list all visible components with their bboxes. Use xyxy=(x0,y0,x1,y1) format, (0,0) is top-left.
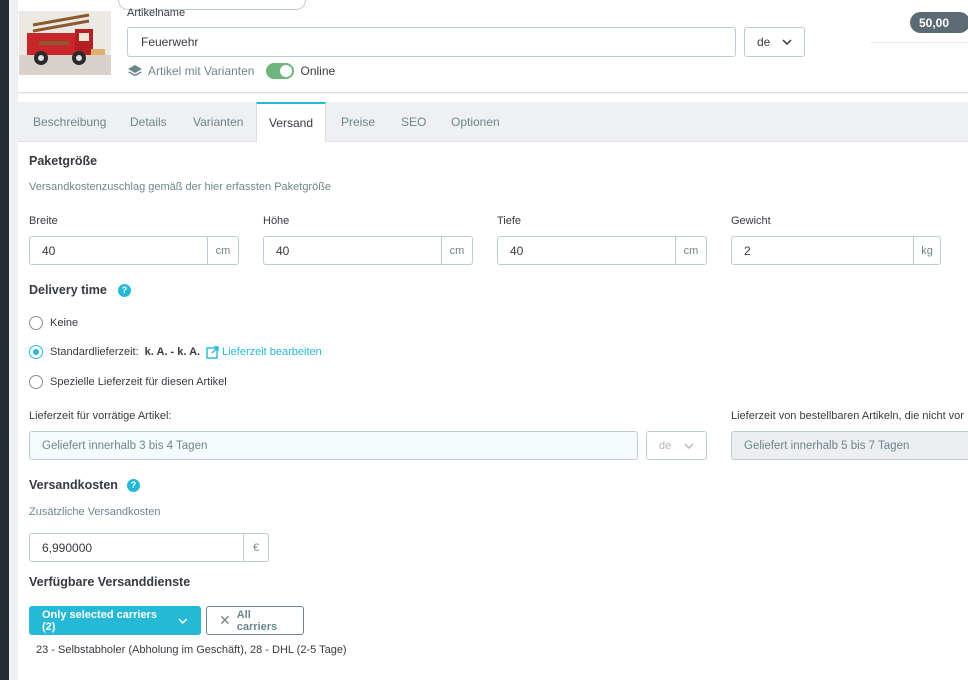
product-name-input[interactable] xyxy=(127,27,736,57)
all-carriers-button[interactable]: ✕ All carriers xyxy=(206,606,304,635)
in-stock-delivery-input[interactable] xyxy=(29,431,638,460)
tab-beschreibung[interactable]: Beschreibung xyxy=(33,102,106,142)
chevron-down-icon xyxy=(178,618,188,624)
delivery-time-title: Delivery time xyxy=(29,283,107,297)
edit-delivery-label: Lieferzeit bearbeiten xyxy=(222,346,322,358)
radio-standard[interactable]: Standardlieferzeit: k. A. - k. A. Liefer… xyxy=(29,345,322,359)
radio-standard-label: Standardlieferzeit: xyxy=(50,346,139,358)
carriers-title: Verfügbare Versanddienste xyxy=(29,575,191,589)
variants-row: Artikel mit Varianten Online xyxy=(127,63,335,79)
radio-button[interactable] xyxy=(29,316,43,330)
shipping-cost-label: Zusätzliche Versandkosten xyxy=(29,506,161,518)
product-image[interactable] xyxy=(19,11,111,75)
radio-button-checked[interactable] xyxy=(29,345,43,359)
width-input[interactable] xyxy=(30,237,207,264)
radio-special[interactable]: Spezielle Lieferzeit für diesen Artikel xyxy=(29,375,227,389)
depth-unit: cm xyxy=(675,237,706,264)
standard-delivery-value: k. A. - k. A. xyxy=(144,346,201,358)
tab-optionen[interactable]: Optionen xyxy=(451,102,500,142)
external-link-icon xyxy=(206,345,219,359)
shipping-cost-title: Versandkosten xyxy=(29,478,118,492)
tab-preise[interactable]: Preise xyxy=(341,102,375,142)
tab-versand[interactable]: Versand xyxy=(256,102,326,143)
in-stock-language-select[interactable]: de xyxy=(646,431,707,460)
help-icon[interactable]: ? xyxy=(118,284,131,297)
tab-varianten[interactable]: Varianten xyxy=(193,102,243,142)
all-carriers-label: All carriers xyxy=(236,608,278,633)
height-unit: cm xyxy=(441,237,472,264)
radio-special-label: Spezielle Lieferzeit für diesen Artikel xyxy=(50,376,227,388)
tab-details[interactable]: Details xyxy=(130,102,167,142)
depth-label: Tiefe xyxy=(497,215,522,227)
height-input[interactable] xyxy=(264,237,441,264)
shipping-cost-input[interactable] xyxy=(30,534,243,561)
carriers-list: 23 - Selbstabholer (Abholung im Geschäft… xyxy=(36,644,347,656)
in-stock-language-value: de xyxy=(659,439,672,452)
price-badge: 50,00 xyxy=(910,12,968,33)
out-of-stock-delivery-input[interactable] xyxy=(731,431,968,460)
tab-seo[interactable]: SEO xyxy=(401,102,426,142)
package-size-hint: Versandkostenzuschlag gemäß der hier erf… xyxy=(29,181,332,193)
divider xyxy=(870,42,968,43)
width-unit: cm xyxy=(207,237,238,264)
selected-carriers-button[interactable]: Only selected carriers (2) xyxy=(29,606,201,635)
height-field: cm xyxy=(263,236,473,265)
language-select[interactable]: de xyxy=(744,27,805,57)
height-label: Höhe xyxy=(263,215,290,227)
close-icon: ✕ xyxy=(219,612,231,628)
weight-label: Gewicht xyxy=(731,215,771,227)
help-icon[interactable]: ? xyxy=(127,479,140,492)
width-label: Breite xyxy=(29,215,58,227)
in-stock-label: Lieferzeit für vorrätige Artikel: xyxy=(29,410,172,422)
tab-bar: Beschreibung Details Varianten Versand P… xyxy=(18,102,968,143)
online-label: Online xyxy=(300,64,336,78)
left-rail xyxy=(0,0,9,680)
radio-none[interactable]: Keine xyxy=(29,316,78,330)
online-toggle[interactable] xyxy=(266,63,295,79)
rail-gap xyxy=(9,0,18,680)
product-header: Artikelname de Artikel mit Varianten Onl… xyxy=(18,0,968,93)
shipping-tab-content: Paketgröße Versandkostenzuschlag gemäß d… xyxy=(18,142,968,680)
weight-unit: kg xyxy=(913,237,940,264)
language-value: de xyxy=(757,35,771,49)
layers-icon xyxy=(128,65,142,77)
weight-field: kg xyxy=(731,236,941,265)
depth-field: cm xyxy=(497,236,707,265)
edit-delivery-link[interactable]: Lieferzeit bearbeiten xyxy=(206,345,322,359)
selected-carriers-label: Only selected carriers (2) xyxy=(42,608,157,633)
chevron-down-icon xyxy=(782,39,792,45)
radio-none-label: Keine xyxy=(50,317,79,329)
package-size-title: Paketgröße xyxy=(29,154,98,168)
currency-addon: € xyxy=(243,534,268,561)
chevron-down-icon xyxy=(684,442,694,449)
product-name-label: Artikelname xyxy=(127,7,186,19)
width-field: cm xyxy=(29,236,239,265)
shipping-cost-field: € xyxy=(29,533,269,562)
variants-label: Artikel mit Varianten xyxy=(148,64,255,78)
depth-input[interactable] xyxy=(498,237,675,264)
radio-button[interactable] xyxy=(29,375,43,389)
out-of-stock-label: Lieferzeit von bestellbaren Artikeln, di… xyxy=(731,410,964,422)
weight-input[interactable] xyxy=(732,237,913,264)
